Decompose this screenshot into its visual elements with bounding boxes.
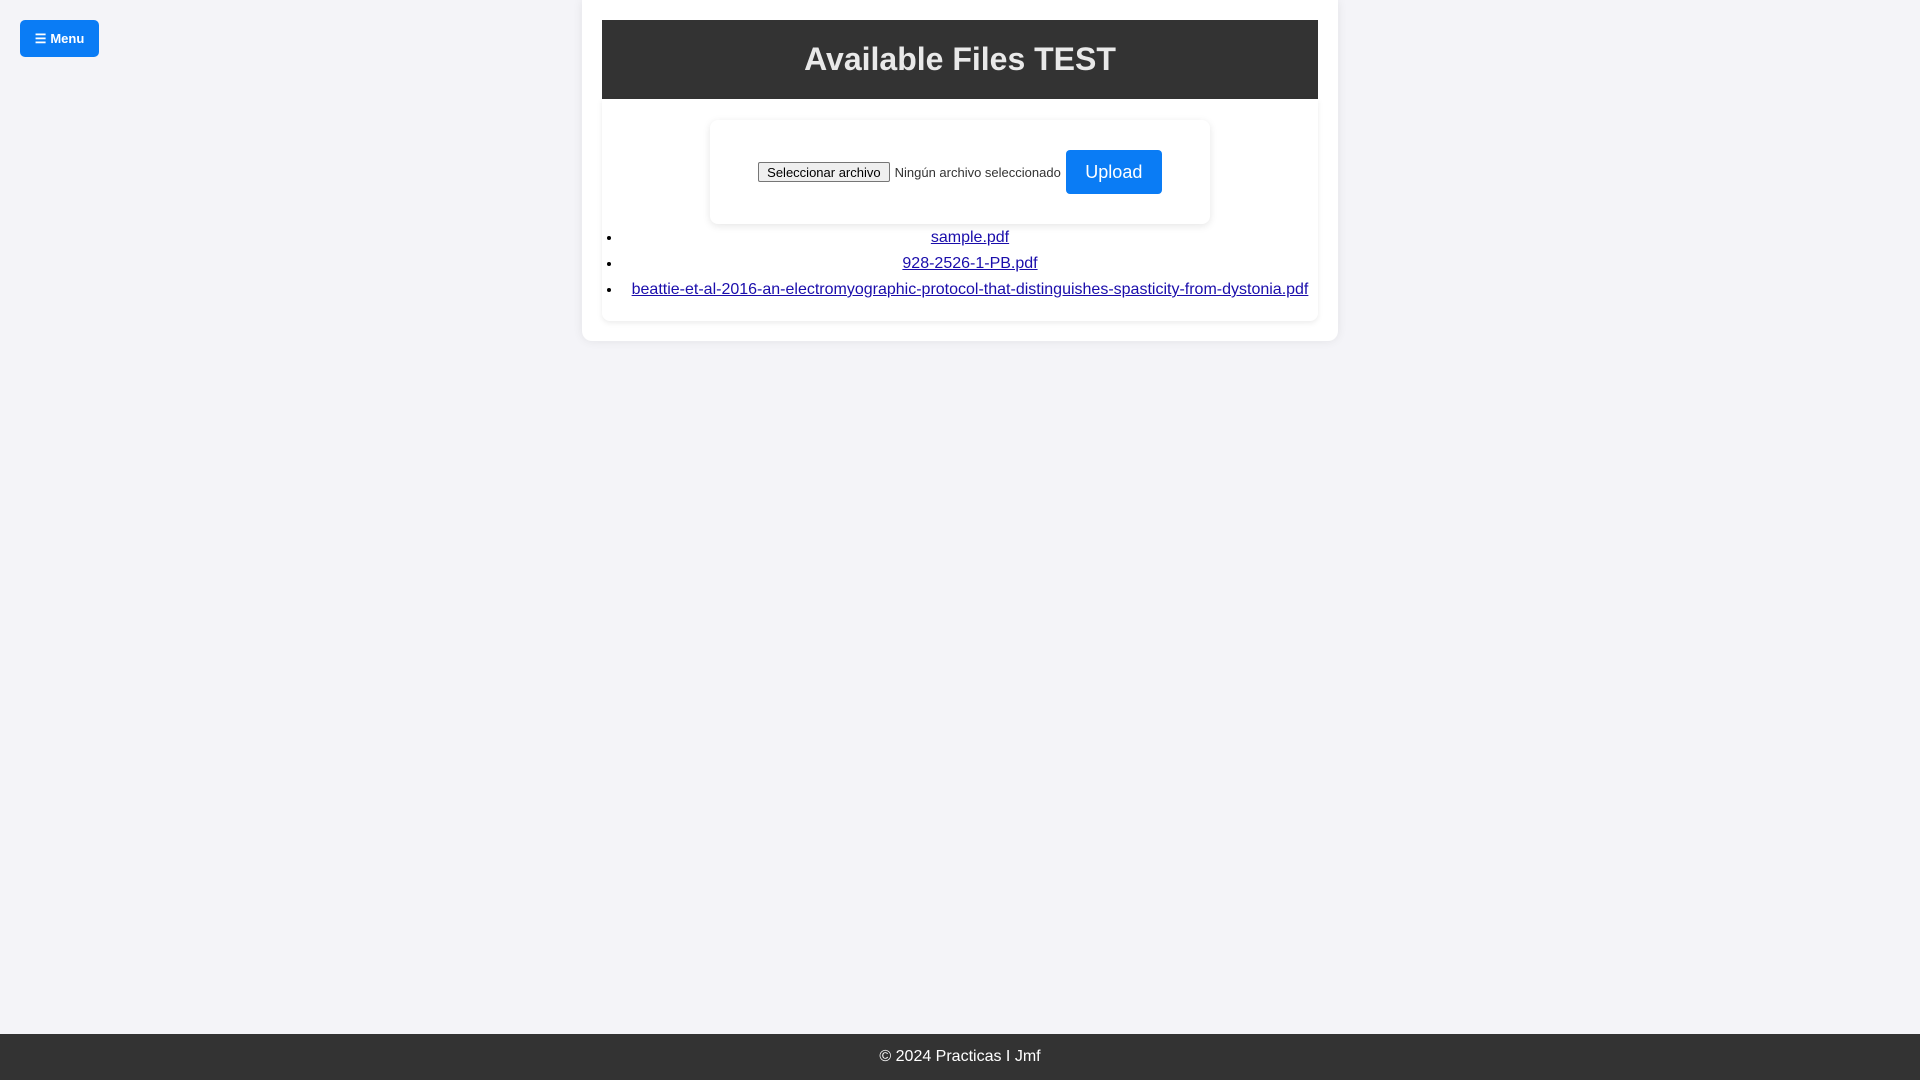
hamburger-icon: ☰ <box>34 30 47 46</box>
page-title: Available Files TEST <box>804 41 1116 77</box>
list-item: beattie-et-al-2016-an-electromyographic-… <box>622 277 1318 303</box>
file-link[interactable]: sample.pdf <box>931 229 1009 246</box>
upload-form: Seleccionar archivo Ningún archivo selec… <box>710 120 1210 224</box>
footer-text: © 2024 Practicas I Jmf <box>879 1048 1041 1065</box>
list-item: 928-2526-1-PB.pdf <box>622 251 1318 277</box>
page-header: Available Files TEST <box>602 20 1318 99</box>
main-container: Available Files TEST Seleccionar archivo… <box>582 0 1338 341</box>
menu-button[interactable]: ☰ Menu <box>20 20 99 57</box>
footer: © 2024 Practicas I Jmf <box>0 1034 1920 1080</box>
choose-file-button[interactable]: Seleccionar archivo <box>758 162 890 182</box>
file-list: sample.pdf 928-2526-1-PB.pdf beattie-et-… <box>602 225 1318 303</box>
list-item: sample.pdf <box>622 225 1318 251</box>
upload-button[interactable]: Upload <box>1065 150 1162 194</box>
file-link[interactable]: beattie-et-al-2016-an-electromyographic-… <box>632 281 1309 298</box>
content-card: Seleccionar archivo Ningún archivo selec… <box>602 99 1318 321</box>
menu-button-label: Menu <box>50 31 85 46</box>
file-status-text: Ningún archivo seleccionado <box>894 164 1061 180</box>
file-link[interactable]: 928-2526-1-PB.pdf <box>902 255 1037 272</box>
